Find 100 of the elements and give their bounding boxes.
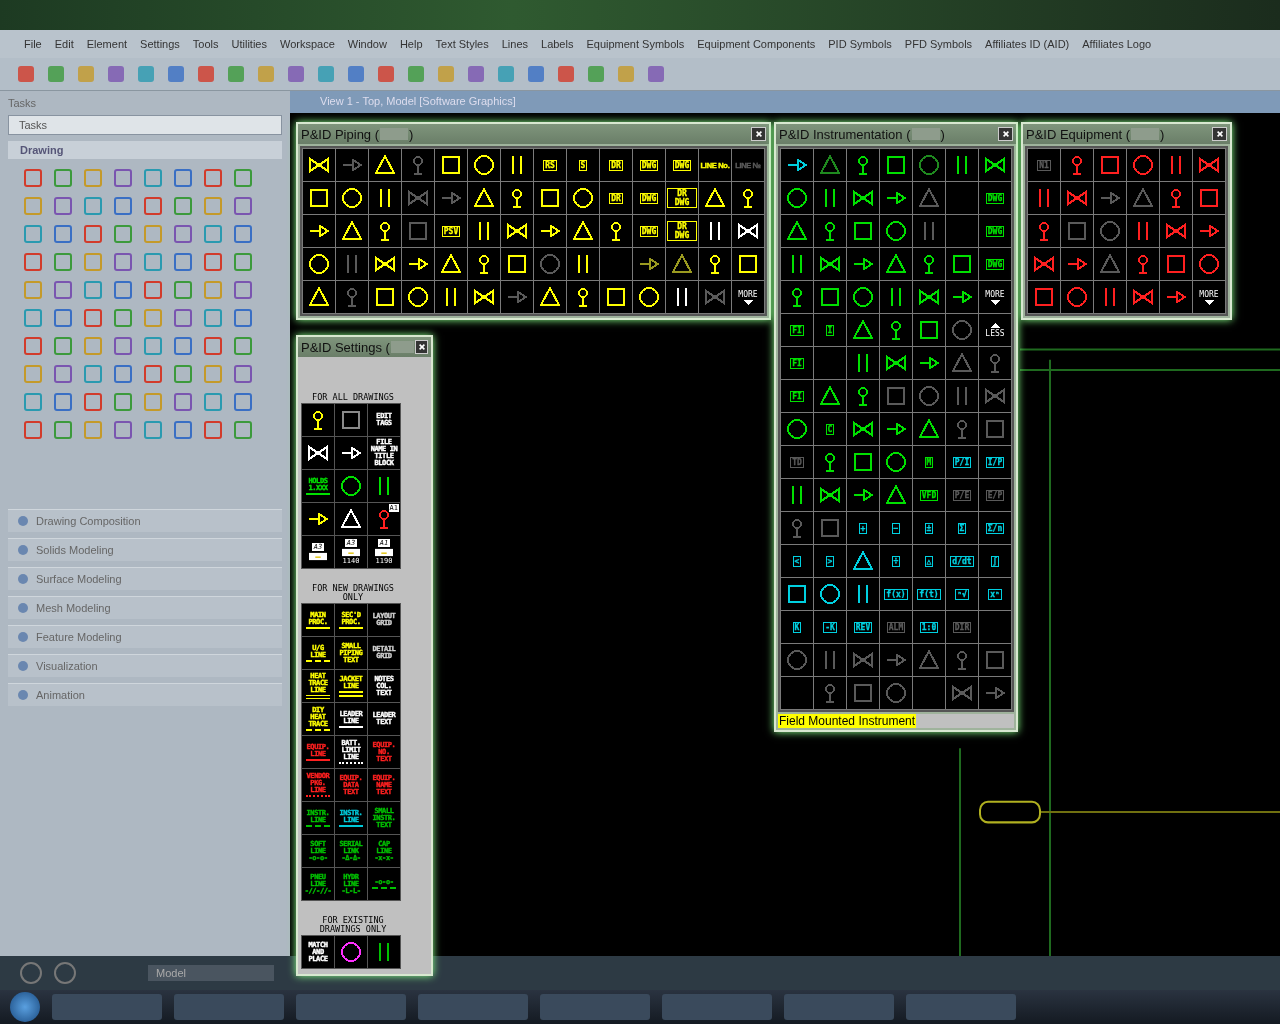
tool-icon[interactable] xyxy=(144,253,162,271)
menu-item[interactable]: Affiliates Logo xyxy=(1082,38,1152,50)
tool-icon[interactable] xyxy=(24,337,42,355)
symbol-button[interactable]: f(t) xyxy=(913,578,945,610)
tool-icon[interactable] xyxy=(54,169,72,187)
tool-icon[interactable] xyxy=(174,197,192,215)
menu-item[interactable]: Window xyxy=(347,38,387,50)
symbol-button[interactable]: DWG xyxy=(979,248,1011,280)
tool-icon[interactable] xyxy=(234,421,252,439)
symbol-button[interactable]: I/P xyxy=(979,446,1011,478)
tool-icon[interactable] xyxy=(234,309,252,327)
tool-icon[interactable] xyxy=(204,309,222,327)
symbol-button[interactable]: 1:0 xyxy=(913,611,945,643)
tool-icon[interactable] xyxy=(174,309,192,327)
symbol-button[interactable]: K xyxy=(781,611,813,643)
symbol-button[interactable]: I xyxy=(814,314,846,346)
tool-icon[interactable] xyxy=(84,393,102,411)
tool-icon[interactable] xyxy=(24,225,42,243)
more-button[interactable]: MORE xyxy=(979,281,1011,313)
tool-icon[interactable] xyxy=(54,365,72,383)
symbol-button[interactable]: DWG xyxy=(979,215,1011,247)
tool-icon[interactable] xyxy=(114,225,132,243)
symbol-button[interactable]: C xyxy=(814,413,846,445)
symbol-button[interactable]: DR xyxy=(600,149,632,181)
tool-icon[interactable] xyxy=(174,365,192,383)
symbol-button[interactable]: FI xyxy=(781,347,813,379)
symbol-button[interactable]: DWG xyxy=(633,215,665,247)
tool-icon[interactable] xyxy=(234,365,252,383)
tasks-dropdown[interactable]: Tasks xyxy=(8,115,282,135)
tool-icon[interactable] xyxy=(84,365,102,383)
tool-icon[interactable] xyxy=(144,281,162,299)
symbol-button[interactable]: DR DWG xyxy=(666,215,698,247)
tool-icon[interactable] xyxy=(84,197,102,215)
section-header[interactable]: Drawing xyxy=(8,141,282,159)
tool-icon[interactable] xyxy=(54,253,72,271)
tool-icon[interactable] xyxy=(204,393,222,411)
menu-item[interactable]: Element xyxy=(86,38,128,50)
start-button[interactable] xyxy=(10,992,40,1022)
menu-item[interactable]: Utilities xyxy=(231,38,267,50)
tool-icon[interactable] xyxy=(174,225,192,243)
tool-icon[interactable] xyxy=(114,309,132,327)
tool-icon[interactable] xyxy=(54,309,72,327)
tool-icon[interactable] xyxy=(114,337,132,355)
symbol-button[interactable]: M xyxy=(913,446,945,478)
tool-icon[interactable] xyxy=(204,421,222,439)
menu-item[interactable]: File xyxy=(24,38,42,50)
menu-item[interactable]: Edit xyxy=(54,38,74,50)
symbol-button[interactable]: f(x) xyxy=(880,578,912,610)
tool-icon[interactable] xyxy=(234,197,252,215)
symbol-button[interactable]: ÷ xyxy=(880,545,912,577)
symbol-button[interactable]: > xyxy=(814,545,846,577)
tool-icon[interactable] xyxy=(24,169,42,187)
tool-icon[interactable] xyxy=(234,169,252,187)
tool-icon[interactable] xyxy=(144,421,162,439)
symbol-button[interactable]: DWG xyxy=(979,182,1011,214)
menu-item[interactable]: Help xyxy=(399,38,423,50)
tool-icon[interactable] xyxy=(174,281,192,299)
status-icon[interactable] xyxy=(54,962,76,984)
tool-icon[interactable] xyxy=(204,253,222,271)
tool-icon[interactable] xyxy=(234,337,252,355)
more-button[interactable]: MORE xyxy=(1193,281,1225,313)
symbol-button[interactable]: P/I xyxy=(946,446,978,478)
menu-item[interactable]: Labels xyxy=(541,38,574,50)
tool-icon[interactable] xyxy=(54,197,72,215)
tool-icon[interactable] xyxy=(84,281,102,299)
menu-item[interactable]: Equipment Components xyxy=(697,38,816,50)
symbol-button[interactable]: FI xyxy=(781,380,813,412)
tool-icon[interactable] xyxy=(54,281,72,299)
symbol-button[interactable]: REV xyxy=(847,611,879,643)
tool-icon[interactable] xyxy=(114,197,132,215)
symbol-button[interactable]: △ xyxy=(913,545,945,577)
symbol-button[interactable]: S xyxy=(567,149,599,181)
close-button[interactable] xyxy=(415,340,428,354)
tool-icon[interactable] xyxy=(114,281,132,299)
close-button[interactable] xyxy=(998,127,1013,141)
tool-icon[interactable] xyxy=(144,197,162,215)
tool-icon[interactable] xyxy=(54,337,72,355)
close-button[interactable] xyxy=(751,127,766,141)
tool-icon[interactable] xyxy=(24,393,42,411)
tool-icon[interactable] xyxy=(174,337,192,355)
menu-item[interactable]: Workspace xyxy=(279,38,335,50)
tool-icon[interactable] xyxy=(174,169,192,187)
tool-icon[interactable] xyxy=(114,253,132,271)
symbol-button[interactable]: DWG xyxy=(666,149,698,181)
symbol-button[interactable]: ∫ xyxy=(979,545,1011,577)
tool-icon[interactable] xyxy=(204,169,222,187)
menu-item[interactable]: Equipment Symbols xyxy=(586,38,685,50)
symbol-button[interactable]: ⁿ√ xyxy=(946,578,978,610)
tool-icon[interactable] xyxy=(174,421,192,439)
status-icon[interactable] xyxy=(20,962,42,984)
symbol-button[interactable]: + xyxy=(847,512,879,544)
more-button[interactable]: LESS xyxy=(979,314,1011,346)
symbol-button[interactable]: DR xyxy=(600,182,632,214)
symbol-button[interactable]: FI xyxy=(781,314,813,346)
tool-icon[interactable] xyxy=(114,169,132,187)
tool-icon[interactable] xyxy=(24,421,42,439)
tool-icon[interactable] xyxy=(234,253,252,271)
tool-icon[interactable] xyxy=(204,225,222,243)
more-button[interactable]: MORE xyxy=(732,281,764,313)
symbol-button[interactable]: PSV xyxy=(435,215,467,247)
